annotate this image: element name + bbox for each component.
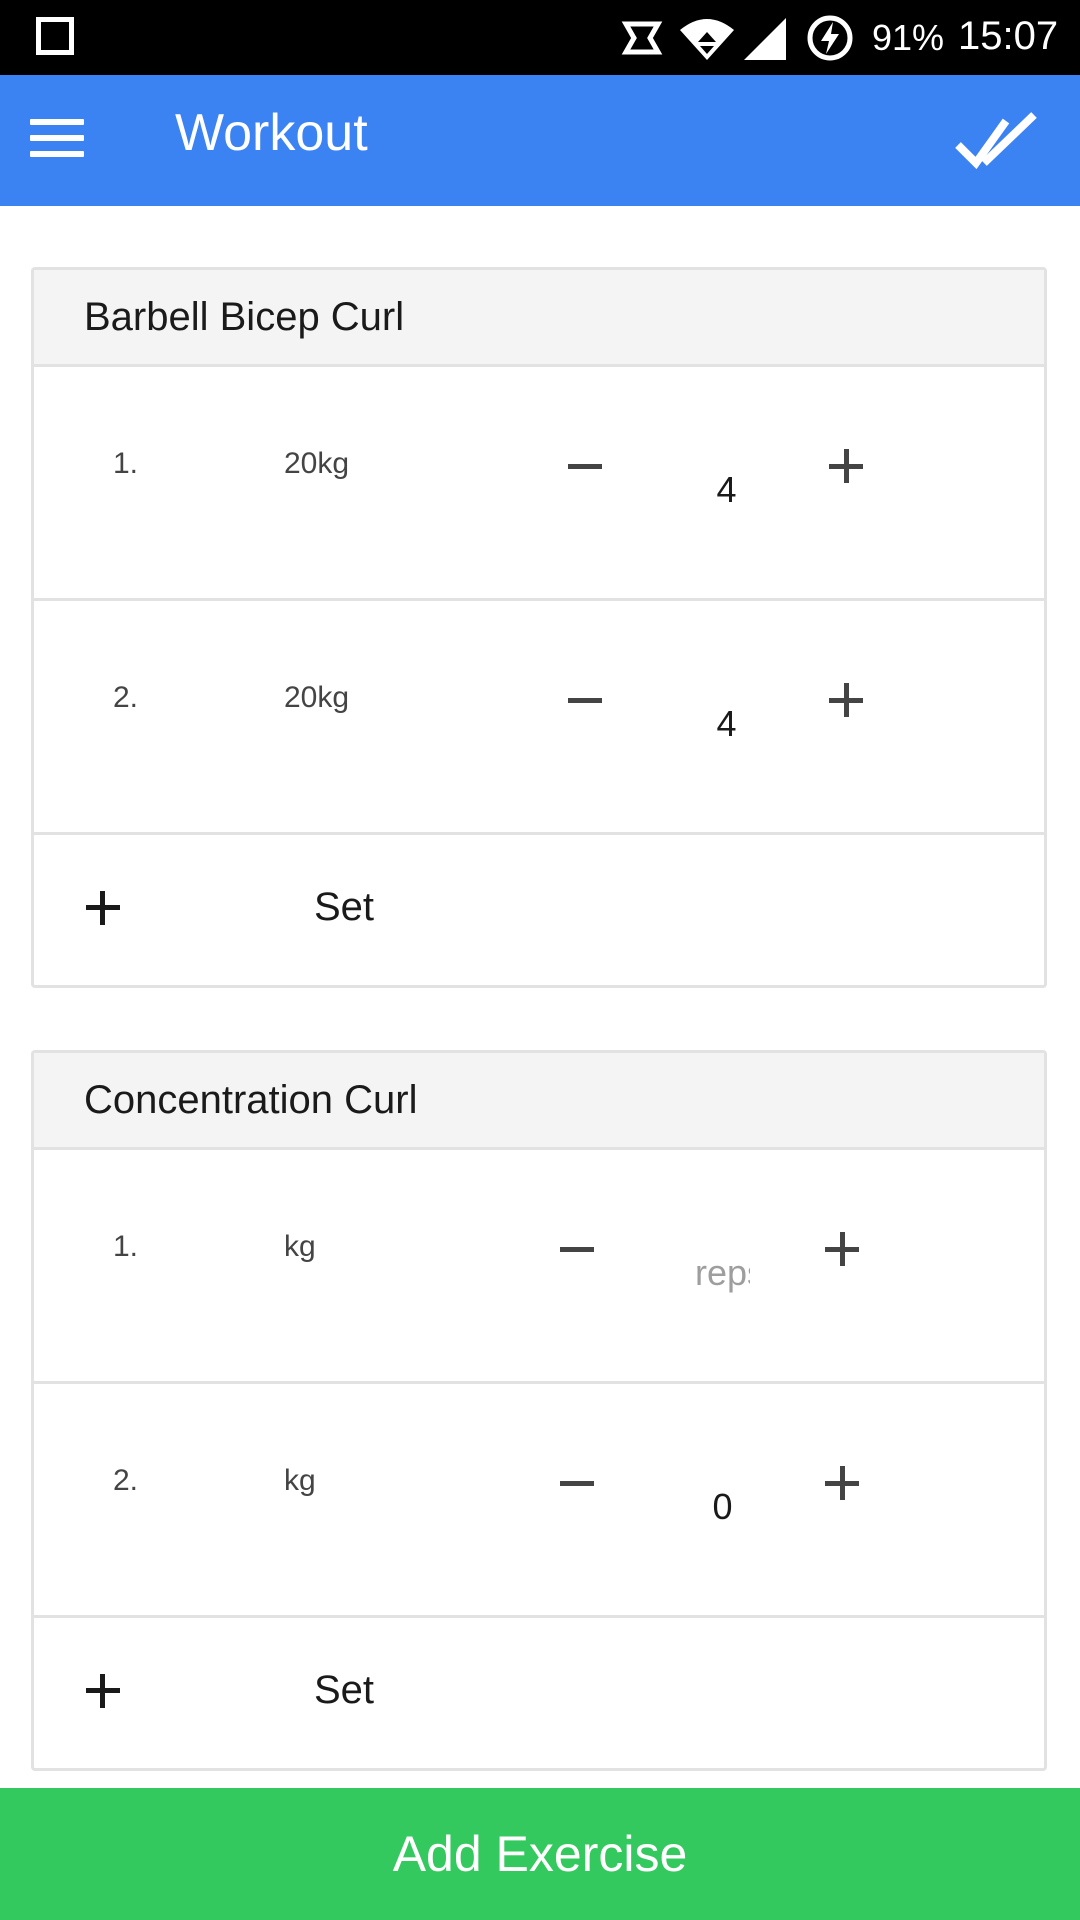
battery-charging-icon xyxy=(807,15,853,61)
status-bar: 91% 15:07 xyxy=(0,0,1080,75)
add-set-label[interactable]: Set xyxy=(314,1668,374,1713)
set-weight[interactable]: 20kg xyxy=(284,447,349,481)
add-set-label[interactable]: Set xyxy=(314,885,374,930)
set-row: 2. kg xyxy=(34,1384,1044,1618)
set-weight[interactable]: kg xyxy=(284,1230,316,1264)
reps-input[interactable] xyxy=(699,699,754,749)
exercise-name: Barbell Bicep Curl xyxy=(84,294,405,339)
reps-input[interactable] xyxy=(695,1482,750,1532)
app-bar: Workout xyxy=(0,75,1080,206)
exercise-card: Barbell Bicep Curl 1. 20kg 2. 20kg Set xyxy=(31,267,1047,988)
reps-input[interactable] xyxy=(699,465,754,515)
set-number: 2. xyxy=(113,1464,139,1497)
battery-percent: 91% xyxy=(872,17,945,58)
increase-reps-button[interactable] xyxy=(817,671,877,731)
set-number: 1. xyxy=(113,1230,139,1263)
signal-icon xyxy=(744,18,786,60)
exercise-header: Concentration Curl xyxy=(34,1053,1044,1150)
exercise-name: Concentration Curl xyxy=(84,1077,418,1122)
add-set-row[interactable]: Set xyxy=(34,1618,1044,1768)
set-number: 1. xyxy=(113,447,139,480)
set-row: 1. 20kg xyxy=(34,367,1044,601)
increase-reps-button[interactable] xyxy=(813,1220,873,1280)
hamburger-menu-icon[interactable] xyxy=(24,105,90,171)
page-title: Workout xyxy=(175,104,368,162)
reps-input[interactable] xyxy=(695,1248,750,1298)
workout-content: Barbell Bicep Curl 1. 20kg 2. 20kg Set C… xyxy=(0,206,1080,1786)
set-row: 2. 20kg xyxy=(34,601,1044,835)
exercise-card: Concentration Curl 1. kg 2. kg Set xyxy=(31,1050,1047,1771)
increase-reps-button[interactable] xyxy=(813,1454,873,1514)
wifi-icon xyxy=(680,19,734,60)
notification-square-icon xyxy=(36,17,74,55)
sync-icon xyxy=(621,21,663,55)
exercise-header: Barbell Bicep Curl xyxy=(34,270,1044,367)
decrease-reps-button[interactable] xyxy=(548,1220,608,1280)
status-time: 15:07 xyxy=(958,14,1059,58)
increase-reps-button[interactable] xyxy=(817,437,877,497)
set-weight[interactable]: kg xyxy=(284,1464,316,1498)
decrease-reps-button[interactable] xyxy=(556,671,616,731)
decrease-reps-button[interactable] xyxy=(548,1454,608,1514)
plus-icon[interactable] xyxy=(82,883,132,933)
decrease-reps-button[interactable] xyxy=(556,437,616,497)
set-number: 2. xyxy=(113,681,139,714)
add-exercise-button[interactable]: Add Exercise xyxy=(0,1788,1080,1920)
plus-icon[interactable] xyxy=(82,1666,132,1716)
done-all-icon[interactable] xyxy=(950,103,1050,183)
set-weight[interactable]: 20kg xyxy=(284,681,349,715)
add-set-row[interactable]: Set xyxy=(34,835,1044,985)
set-row: 1. kg xyxy=(34,1150,1044,1384)
